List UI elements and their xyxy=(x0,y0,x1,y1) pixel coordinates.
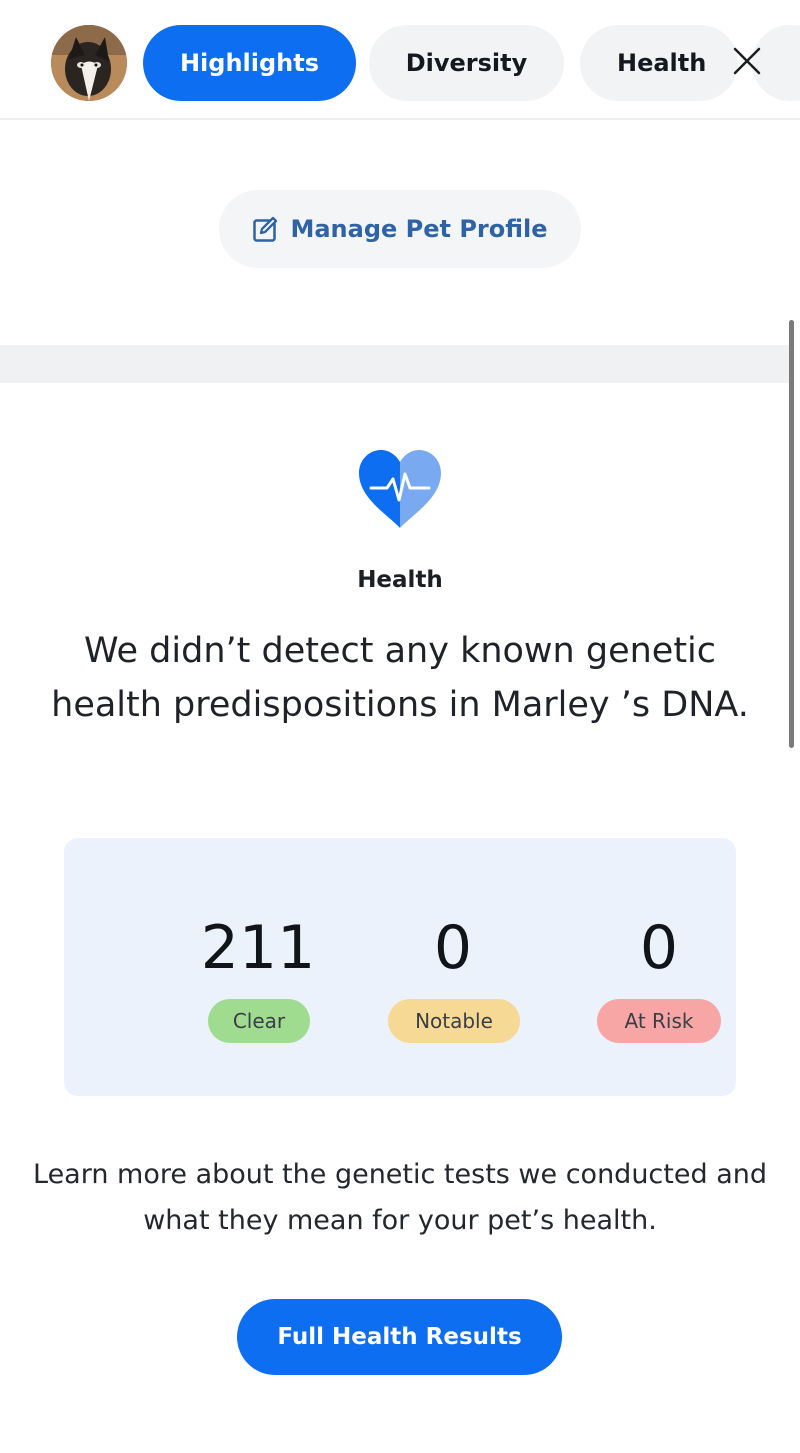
notable-badge: Notable xyxy=(388,999,520,1043)
health-section-title: Health xyxy=(357,567,443,593)
tab-diversity[interactable]: Diversity xyxy=(369,25,564,101)
clear-badge: Clear xyxy=(208,999,310,1043)
close-icon[interactable] xyxy=(727,41,767,81)
tab-health[interactable]: Health xyxy=(580,25,738,101)
manage-pet-profile-label: Manage Pet Profile xyxy=(290,215,548,243)
health-stats-card: 211 Clear 0 Notable 0 At Risk xyxy=(64,838,736,1096)
heart-pulse-icon xyxy=(359,450,441,528)
health-summary-text: We didn’t detect any known genetic healt… xyxy=(51,631,749,725)
health-highlights-screen: Highlights Diversity Health Manage Pet P… xyxy=(0,0,800,1453)
dog-photo-avatar-icon xyxy=(51,25,127,101)
clear-count: 211 xyxy=(200,913,316,983)
top-navigation: Highlights Diversity Health xyxy=(0,0,800,120)
at-risk-badge: At Risk xyxy=(597,999,721,1043)
scrollbar[interactable] xyxy=(789,320,794,748)
tab-highlights[interactable]: Highlights xyxy=(143,25,356,101)
manage-pet-profile-button[interactable]: Manage Pet Profile xyxy=(219,190,581,268)
at-risk-count: 0 xyxy=(639,913,679,983)
pet-avatar[interactable] xyxy=(51,25,127,101)
edit-icon xyxy=(253,216,278,242)
full-health-results-button[interactable]: Full Health Results xyxy=(237,1299,562,1375)
learn-more-text: Learn more about the genetic tests we co… xyxy=(33,1159,767,1236)
notable-count: 0 xyxy=(433,913,473,983)
section-divider xyxy=(0,345,790,383)
